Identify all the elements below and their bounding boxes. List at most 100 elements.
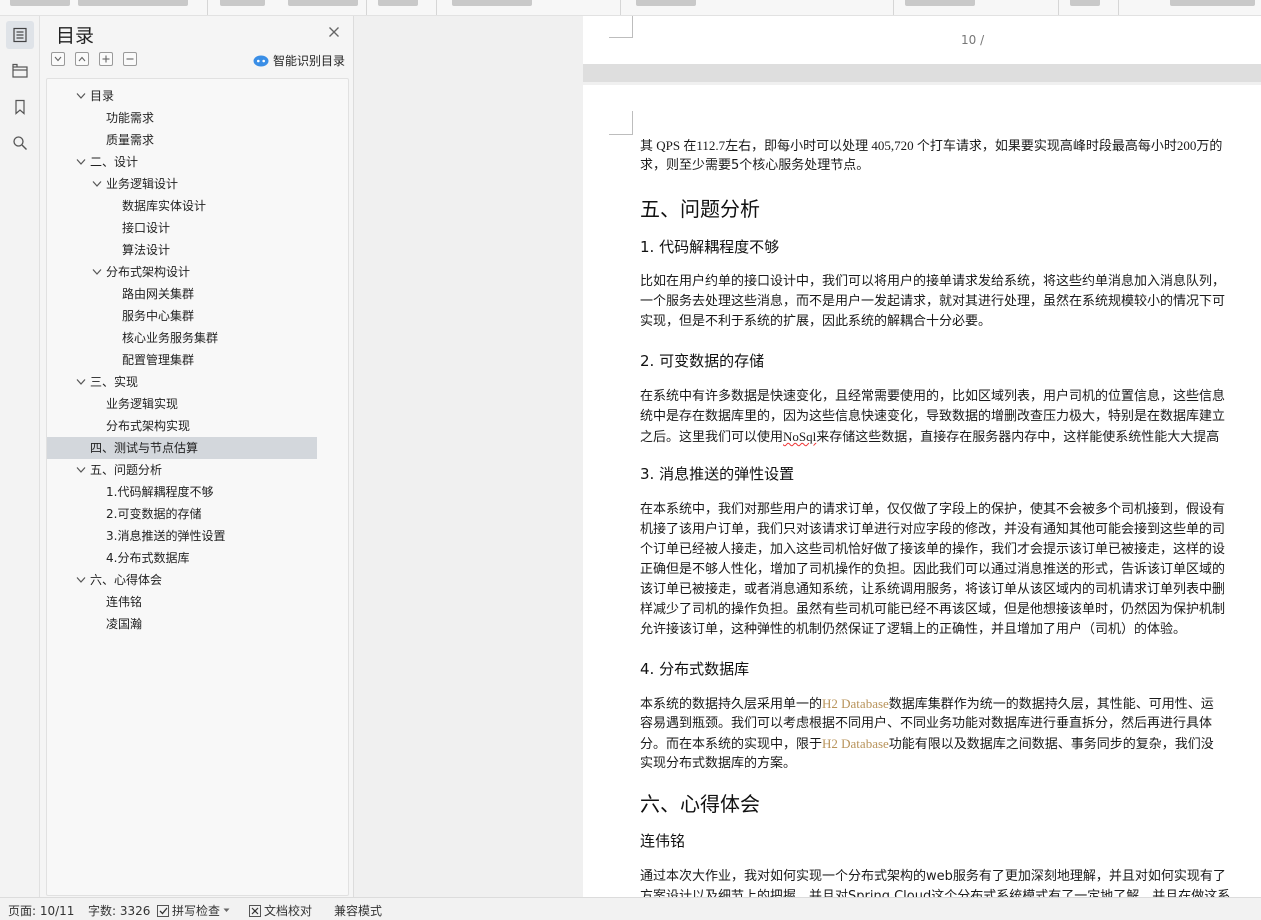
toc-panel-button[interactable] <box>6 21 34 49</box>
paragraph-line: 个订单已经被人接走，加入这些司机恰好做了接该单的操作，我们才会提示该订单已被接走… <box>640 542 1226 557</box>
toc-item-label: 三、实现 <box>90 375 139 389</box>
chevron-down-icon[interactable] <box>92 180 102 188</box>
paragraph-line: 实现分布式数据库的方案。 <box>640 756 797 771</box>
toc-item-label: 分布式架构实现 <box>106 419 191 433</box>
remove-heading-button[interactable] <box>123 52 137 66</box>
toc-item[interactable]: 核心业务服务集群 <box>70 327 341 349</box>
chevron-down-icon <box>54 56 62 62</box>
toc-item[interactable]: 3.消息推送的弹性设置 <box>70 525 341 547</box>
navigation-rail <box>0 16 40 897</box>
search-button[interactable] <box>6 129 34 157</box>
toc-item[interactable]: 目录 <box>70 85 341 107</box>
caret-down-icon <box>223 908 230 912</box>
page-indicator[interactable]: 页面: 10/11 <box>8 902 74 919</box>
bookmark-button[interactable] <box>6 93 34 121</box>
word-count[interactable]: 字数: 3326 <box>88 902 150 919</box>
text-run: 之后。这里我们可以使用 <box>640 430 784 445</box>
toc-item[interactable]: 业务逻辑实现 <box>70 393 341 415</box>
toc-item[interactable]: 分布式架构设计 <box>70 261 341 283</box>
toolbar-item[interactable] <box>1170 0 1255 6</box>
toc-item-label: 四、测试与节点估算 <box>90 441 199 455</box>
toc-toolbar <box>51 52 137 66</box>
toc-item-label: 业务逻辑设计 <box>106 177 179 191</box>
toc-item[interactable]: 六、心得体会 <box>70 569 341 591</box>
page-previous: 10 / <box>583 16 1261 64</box>
collapse-all-button[interactable] <box>75 52 89 66</box>
heading-1: 六、心得体会 <box>640 792 760 816</box>
toolbar-item[interactable] <box>636 0 696 6</box>
toolbar-item[interactable] <box>905 0 975 6</box>
text-run: 数据库集群作为统一的数据持久层，其性能、可用性、运 <box>888 697 1214 712</box>
toolbar-item[interactable] <box>1070 0 1100 6</box>
paragraph-line: 比如在用户约单的接口设计中，我们可以将用户的接单请求发给系统，将这些约单消息加入… <box>640 274 1226 289</box>
chevron-down-icon[interactable] <box>76 158 86 166</box>
toc-item[interactable]: 2.可变数据的存储 <box>70 503 341 525</box>
toolbar-item[interactable] <box>452 0 532 6</box>
doc-proof-label: 文档校对 <box>264 904 313 918</box>
toc-item[interactable]: 配置管理集群 <box>70 349 341 371</box>
toc-item-label: 路由网关集群 <box>122 287 195 301</box>
chevron-down-icon[interactable] <box>76 466 86 474</box>
smart-toc-button[interactable]: 智能识别目录 <box>253 52 345 69</box>
toolbar-item[interactable] <box>220 0 265 6</box>
search-icon <box>13 136 27 150</box>
page-corner-mark <box>609 111 633 135</box>
paragraph-line: 机接了该用户订单，我们只对该请求订单进行对应字段的修改，并没有通知其他可能会接到… <box>640 522 1226 537</box>
toc-item[interactable]: 服务中心集群 <box>70 305 341 327</box>
toolbar-item[interactable] <box>10 0 70 6</box>
text-run: 本系统的数据持久层采用单一的 <box>640 697 823 712</box>
paragraph-line: 实现，但是不利于系统的扩展，因此系统的解耦合十分必要。 <box>640 314 992 329</box>
paragraph-line: 一个服务去处理这些消息，而不是用户一发起请求，就对其进行处理，虽然在系统规模较小… <box>640 294 1226 309</box>
heading-2: 连伟铭 <box>640 832 686 850</box>
toolbar-item[interactable] <box>78 0 188 6</box>
spell-check-label: 拼写检查 <box>172 904 221 918</box>
toc-item[interactable]: 数据库实体设计 <box>70 195 341 217</box>
toolbar-item[interactable] <box>378 0 418 6</box>
smart-toc-label: 智能识别目录 <box>272 54 345 68</box>
toc-item[interactable]: 4.分布式数据库 <box>70 547 341 569</box>
toc-item[interactable]: 路由网关集群 <box>70 283 341 305</box>
doc-proof-button[interactable]: 文档校对 <box>249 902 312 919</box>
toc-item-label: 六、心得体会 <box>90 573 163 587</box>
chevron-down-icon[interactable] <box>76 378 86 386</box>
paragraph-line: 该订单已被接走，或者消息通知系统，让系统调用服务，将该订单从该区域内的司机请求订… <box>640 582 1226 597</box>
toc-item[interactable]: 五、问题分析 <box>70 459 341 481</box>
add-heading-button[interactable] <box>99 52 113 66</box>
toc-item[interactable]: 业务逻辑设计 <box>70 173 341 195</box>
toc-tree: 目录 功能需求 质量需求 二、设计 业务逻辑设计 数据库实体设计 接口设计 算法设计 分布式架构… <box>46 78 349 896</box>
toc-item[interactable]: 二、设计 <box>70 151 341 173</box>
toc-item[interactable]: 质量需求 <box>70 129 341 151</box>
toc-item[interactable]: 分布式架构实现 <box>70 415 341 437</box>
chapter-nav-button[interactable] <box>6 57 34 85</box>
toc-item[interactable]: 算法设计 <box>70 239 341 261</box>
highlighted-term: H2 Database <box>822 696 889 711</box>
page-number-header: 10 / <box>961 33 985 47</box>
spell-check-toggle[interactable]: 拼写检查 <box>157 902 230 919</box>
text-run: 来存储这些数据，直接存在服务器内存中，这样能使系统性能大大提高 <box>816 430 1220 445</box>
toc-item[interactable]: 功能需求 <box>70 107 341 129</box>
paragraph-line: 在系统中有许多数据是快速变化，且经常需要使用的，比如区域列表，用户司机的位置信息… <box>640 389 1226 404</box>
toc-title: 目录 <box>56 25 95 47</box>
toc-item[interactable]: 连伟铭 <box>70 591 341 613</box>
toolbar-item[interactable] <box>288 0 358 6</box>
toc-item[interactable]: 三、实现 <box>70 371 341 393</box>
toc-item-label: 核心业务服务集群 <box>122 331 219 345</box>
toc-item[interactable]: 1.代码解耦程度不够 <box>70 481 341 503</box>
toc-item-label: 1.代码解耦程度不够 <box>106 485 214 499</box>
chevron-down-icon[interactable] <box>76 92 86 100</box>
paragraph-line: 容易遇到瓶颈。我们可以考虑根据不同用户、不同业务功能对数据库进行垂直拆分，然后再… <box>640 716 1213 731</box>
chevron-down-icon[interactable] <box>92 268 102 276</box>
bookmark-icon <box>15 99 25 115</box>
toc-item-label: 连伟铭 <box>106 595 143 609</box>
document-area: 10 / 其 QPS 在112.7左右，即每小时可以处理 405,720 个打车… <box>355 16 1261 897</box>
spelling-flagged-term: NoSql <box>783 429 817 444</box>
expand-all-button[interactable] <box>51 52 65 66</box>
page-gap <box>583 64 1261 82</box>
toc-item[interactable]: 四、测试与节点估算 <box>47 437 317 459</box>
toc-item[interactable]: 接口设计 <box>70 217 341 239</box>
compat-mode-indicator: 兼容模式 <box>334 904 383 918</box>
toc-item[interactable]: 凌国瀚 <box>70 613 341 635</box>
chevron-down-icon[interactable] <box>76 576 86 584</box>
toc-panel: 目录 智能识别目录 目录 功能需求 质量需求 二、设计 业务逻辑设计 数据库实体设计 接口设… <box>40 16 354 897</box>
toc-close-button[interactable] <box>326 24 342 40</box>
